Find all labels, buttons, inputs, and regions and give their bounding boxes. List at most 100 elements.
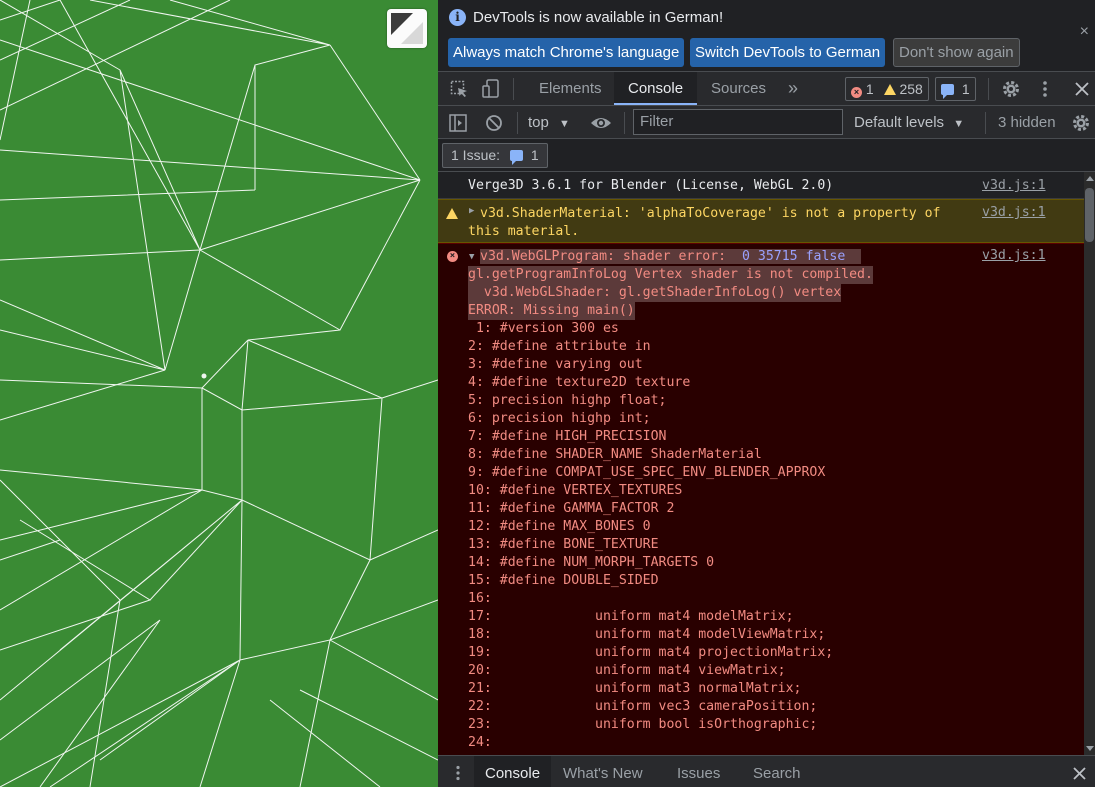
source-link[interactable]: v3d.js:1 [982, 205, 1046, 220]
console-scrollbar[interactable] [1084, 172, 1095, 755]
eye-icon[interactable] [590, 115, 612, 131]
close-drawer-icon[interactable] [1073, 767, 1086, 780]
error-head: v3d.WebGLProgram: shader error: 0 35715 … [480, 248, 862, 266]
drawer-menu-icon[interactable] [455, 765, 461, 781]
console-message-warning: ▶ v3d.ShaderMaterial: 'alphaToCoverage' … [438, 199, 1084, 243]
language-infobar: i DevTools is now available in German! ×… [438, 0, 1095, 72]
warning-count: 258 [899, 81, 923, 97]
error-line: v3d.WebGLShader: gl.getShaderInfoLog() v… [468, 284, 842, 302]
issue-icon [509, 150, 523, 165]
fullscreen-button[interactable] [387, 9, 427, 48]
error-line: 7: #define HIGH_PRECISION [468, 429, 667, 444]
filter-input[interactable]: Filter [633, 109, 843, 135]
error-line: 8: #define SHADER_NAME ShaderMaterial [468, 447, 762, 462]
tab-console[interactable]: Console [614, 72, 698, 105]
context-label: top [528, 114, 549, 131]
drawer-tab-search[interactable]: Search [742, 756, 812, 787]
drawer-tab-whats-new[interactable]: What's New [552, 756, 654, 787]
error-line: 18: uniform mat4 modelViewMatrix; [468, 627, 826, 642]
console-settings-gear-icon[interactable] [1071, 113, 1091, 133]
error-line: 16: [468, 591, 492, 606]
issues-bar: 1 Issue: 1 [438, 139, 1095, 172]
error-line: 19: uniform mat4 projectionMatrix; [468, 645, 834, 660]
error-line: 20: uniform mat4 viewMatrix; [468, 663, 786, 678]
scroll-thumb[interactable] [1085, 188, 1094, 242]
switch-to-german-button[interactable]: Switch DevTools to German [690, 38, 886, 67]
devtools-panel: i DevTools is now available in German! ×… [438, 0, 1095, 787]
info-icon: i [449, 9, 466, 26]
inspect-element-icon[interactable] [450, 80, 468, 98]
message-icon [941, 84, 954, 99]
always-match-language-button[interactable]: Always match Chrome's language [448, 38, 685, 67]
error-count: 1 [865, 81, 874, 97]
error-line: 3: #define varying out [468, 357, 643, 372]
log-levels-label: Default levels [854, 114, 945, 131]
error-line: 4: #define texture2D texture [468, 375, 691, 390]
error-line: gl.getProgramInfoLog Vertex shader is no… [468, 266, 873, 284]
close-icon[interactable]: × [1080, 24, 1089, 40]
error-line: 21: uniform mat3 normalMatrix; [468, 681, 802, 696]
warning-icon [883, 84, 896, 95]
error-line: ERROR: Missing main() [468, 302, 635, 320]
main-tabbar: Elements Console Sources » × 1 258 1 [438, 72, 1095, 106]
error-line: 1: #version 300 es [468, 321, 619, 336]
error-line: 15: #define DOUBLE_SIDED [468, 573, 659, 588]
error-line: 5: precision highp float; [468, 393, 667, 408]
chevron-down-icon: ▼ [953, 118, 965, 130]
error-line: 6: precision highp int; [468, 411, 651, 426]
scroll-down-icon[interactable] [1086, 746, 1094, 751]
error-line: 23: uniform bool isOrthographic; [468, 717, 818, 732]
warning-message-text: v3d.ShaderMaterial: 'alphaToCoverage' is… [468, 206, 941, 239]
error-line: 22: uniform vec3 cameraPosition; [468, 699, 818, 714]
log-levels-dropdown[interactable]: Default levels ▼ [854, 106, 964, 139]
clear-console-icon[interactable] [485, 114, 503, 132]
console-messages[interactable]: Verge3D 3.6.1 for Blender (License, WebG… [438, 172, 1084, 755]
console-toolbar: top ▼ Filter Default levels ▼ 3 hidden [438, 106, 1095, 139]
error-line: 2: #define attribute in [468, 339, 651, 354]
warning-icon [446, 208, 458, 219]
console-message-info: Verge3D 3.6.1 for Blender (License, WebG… [438, 172, 1084, 199]
error-line: 17: uniform mat4 modelMatrix; [468, 609, 794, 624]
more-tabs-icon[interactable]: » [774, 72, 812, 105]
kebab-menu-icon[interactable] [1041, 80, 1049, 98]
source-link[interactable]: v3d.js:1 [982, 178, 1046, 193]
error-line: 14: #define NUM_MORPH_TARGETS 0 [468, 555, 715, 570]
scroll-up-icon[interactable] [1086, 176, 1094, 181]
info-message-text: Verge3D 3.6.1 for Blender (License, WebG… [468, 178, 834, 193]
console-message-error: × ▼ v3d.WebGLProgram: shader error: 0 35… [438, 243, 1084, 755]
error-line: 12: #define MAX_BONES 0 [468, 519, 651, 534]
divider [624, 112, 625, 134]
webgl-viewport[interactable] [0, 0, 438, 787]
error-line: 13: #define BONE_TEXTURE [468, 537, 659, 552]
message-count: 1 [961, 81, 970, 97]
sidebar-toggle-icon[interactable] [449, 114, 467, 132]
infobar-message: DevTools is now available in German! [473, 9, 724, 26]
drawer-tab-issues[interactable]: Issues [666, 756, 731, 787]
error-line: 24: [468, 735, 492, 750]
error-warning-counter[interactable]: × 1 258 [845, 77, 929, 101]
close-devtools-icon[interactable] [1075, 82, 1089, 96]
issues-button[interactable]: 1 Issue: 1 [442, 143, 548, 168]
wireframe-scene [0, 0, 438, 787]
error-line: 11: #define GAMMA_FACTOR 2 [468, 501, 675, 516]
context-selector[interactable]: top ▼ [528, 106, 570, 139]
tab-elements[interactable]: Elements [525, 72, 616, 105]
tab-sources[interactable]: Sources [697, 72, 780, 105]
gear-icon[interactable] [1001, 79, 1021, 99]
dont-show-again-button[interactable]: Don't show again [893, 38, 1020, 67]
source-link[interactable]: v3d.js:1 [982, 248, 1046, 263]
error-line: 9: #define COMPAT_USE_SPEC_ENV_BLENDER_A… [468, 465, 826, 480]
divider [988, 78, 989, 100]
drawer-tabbar: Console What's New Issues Search [438, 755, 1095, 787]
chevron-down-icon: ▼ [559, 118, 570, 130]
device-toolbar-icon[interactable] [482, 79, 500, 99]
drawer-tab-console[interactable]: Console [474, 756, 552, 787]
hidden-count: 3 hidden [998, 114, 1056, 131]
collapse-arrow-icon[interactable]: ▼ [469, 252, 474, 262]
divider [517, 112, 518, 134]
issues-label: 1 Issue: [451, 147, 501, 163]
error-icon: × [447, 251, 458, 262]
divider [985, 112, 986, 134]
error-icon: × [851, 87, 862, 98]
message-counter[interactable]: 1 [935, 77, 976, 101]
